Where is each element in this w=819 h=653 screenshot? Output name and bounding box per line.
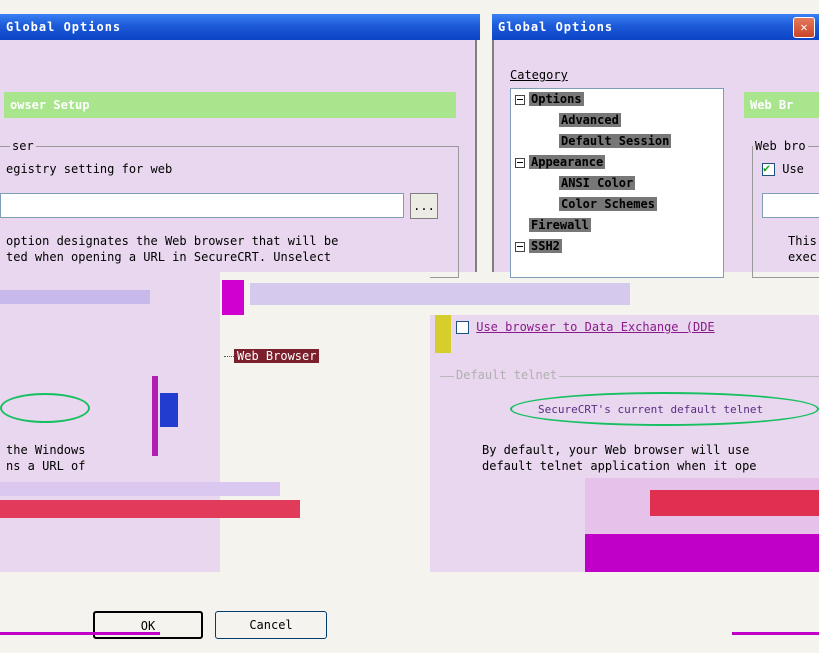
cancel-button[interactable]: Cancel (215, 611, 327, 639)
left-description-line-2: ted when opening a URL in SecureCRT. Uns… (6, 250, 332, 264)
telnet-highlight-ellipse[interactable]: SecureCRT's current default telnet (510, 392, 819, 426)
artifact-block (585, 534, 819, 572)
use-default-label: Use (782, 162, 804, 176)
category-label: Category (510, 68, 568, 82)
category-tree[interactable]: Options Advanced Default Session Appeara… (510, 88, 724, 278)
left-panel: owser Setup ser egistry setting for web … (0, 40, 477, 278)
left-description-line-1: option designates the Web browser that w… (6, 234, 339, 248)
artifact-block (152, 376, 158, 456)
right-description-line-2: exec (788, 250, 817, 264)
right-section-header: Web Br (744, 92, 819, 118)
close-icon[interactable]: ✕ (793, 17, 815, 38)
left-group-label: ser (10, 139, 36, 153)
default-text-line-1: By default, your Web browser will use (482, 443, 750, 457)
right-window-title: Global Options (498, 20, 614, 34)
artifact-block (0, 632, 160, 635)
web-browser-label: Web Browser (234, 349, 320, 363)
tree-item-advanced[interactable]: Advanced (515, 110, 723, 131)
artifact-block (160, 393, 178, 427)
right-description-line-1: This (788, 234, 817, 248)
left-lower-line-2: ns a URL of (6, 459, 86, 473)
tree-item-ansi-color[interactable]: ANSI Color (515, 173, 723, 194)
dde-checkbox[interactable] (456, 321, 469, 334)
artifact-block (0, 290, 150, 304)
artifact-block (250, 283, 630, 305)
left-highlight-ellipse (0, 393, 90, 423)
left-section-header: owser Setup (4, 92, 456, 118)
right-group-label: Web bro (753, 139, 808, 153)
artifact-block (222, 280, 244, 315)
artifact-block (0, 482, 280, 496)
left-title-bar[interactable]: Global Options (0, 14, 480, 40)
artifact-block (435, 315, 451, 353)
dde-checkbox-row[interactable]: Use browser to Data Exchange (DDE (456, 320, 715, 334)
artifact-block (732, 632, 819, 635)
right-title-bar[interactable]: Global Options (492, 14, 819, 40)
default-telnet-label: Default telnet (454, 368, 560, 382)
default-text-line-2: default telnet application when it ope (482, 459, 757, 473)
left-browser-path-input[interactable] (0, 193, 404, 218)
use-default-checkbox[interactable] (762, 161, 775, 176)
tree-item-ssh2[interactable]: SSH2 (515, 236, 723, 257)
right-browser-path-input[interactable] (762, 193, 819, 218)
tree-item-appearance[interactable]: Appearance (515, 152, 723, 173)
right-panel: Category Options Advanced Default Sessio… (492, 40, 819, 278)
left-registry-text: egistry setting for web (6, 162, 173, 176)
left-lower-line-1: the Windows (6, 443, 86, 457)
left-window-title: Global Options (6, 20, 122, 34)
left-browse-button[interactable]: ... (410, 193, 438, 219)
tree-item-color-schemes[interactable]: Color Schemes (515, 194, 723, 215)
tree-item-options[interactable]: Options (515, 89, 723, 110)
use-default-checkbox-row[interactable]: Use (762, 161, 804, 176)
dde-label: Use browser to Data Exchange (DDE (476, 320, 715, 334)
artifact-block (0, 500, 300, 518)
tree-item-web-browser[interactable]: Web Browser (224, 345, 320, 367)
lower-middle-panel (220, 272, 430, 572)
telnet-value: SecureCRT's current default telnet (538, 403, 764, 416)
collapse-icon[interactable] (515, 241, 525, 252)
artifact-block (650, 490, 819, 516)
collapse-icon[interactable] (515, 94, 525, 105)
tree-item-firewall[interactable]: Firewall (515, 215, 723, 236)
collapse-icon[interactable] (515, 157, 525, 168)
tree-item-default-session[interactable]: Default Session (515, 131, 723, 152)
